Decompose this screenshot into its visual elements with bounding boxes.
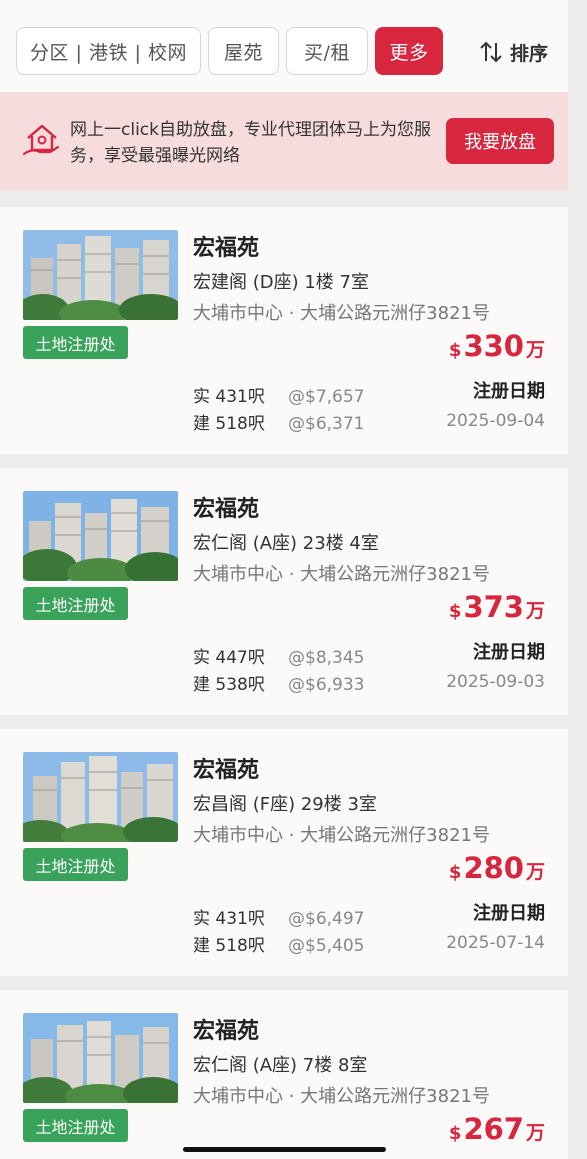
area-info: 实 431呎 @$7,657 建 518呎 @$6,371 <box>193 384 364 438</box>
estate-filter[interactable]: 屋苑 <box>208 27 279 75</box>
saleable-price-per-sqft: @$7,657 <box>288 387 365 407</box>
listing-card[interactable]: 土地注册处 宏福苑 宏仁阁 (A座) 7楼 8室 大埔市中心 · 大埔公路元洲仔… <box>0 990 568 1159</box>
saleable-area: 实 431呎 <box>193 909 265 929</box>
unit-info: 宏仁阁 (A座) 7楼 8室 <box>193 1055 368 1076</box>
price-currency: $ <box>448 862 462 883</box>
price-currency: $ <box>448 340 462 361</box>
land-registry-tag: 土地注册处 <box>23 848 128 881</box>
address: 大埔市中心 · 大埔公路元洲仔3821号 <box>193 303 490 324</box>
estate-name: 宏福苑 <box>193 236 260 261</box>
listing-card[interactable]: 土地注册处 宏福苑 宏昌阁 (F座) 29楼 3室 大埔市中心 · 大埔公路元洲… <box>0 729 568 976</box>
district-mtr-school-filter[interactable]: 分区 | 港铁 | 校网 <box>16 27 201 75</box>
sort-button[interactable]: 排序 <box>478 36 548 68</box>
estate-photo <box>23 230 178 320</box>
price-amount: 373 <box>463 590 524 624</box>
listing-card[interactable]: 土地注册处 宏福苑 宏仁阁 (A座) 23楼 4室 大埔市中心 · 大埔公路元洲… <box>0 468 568 715</box>
price-amount: 267 <box>463 1112 524 1146</box>
gross-area: 建 518呎 <box>193 414 265 434</box>
price-currency: $ <box>448 601 462 622</box>
buy-rent-filter[interactable]: 买/租 <box>286 27 368 75</box>
land-registry-tag: 土地注册处 <box>23 1109 128 1142</box>
estate-photo <box>23 1013 178 1103</box>
house-hand-icon <box>22 124 60 156</box>
gross-price-per-sqft: @$6,371 <box>288 414 365 434</box>
sort-label: 排序 <box>510 42 549 65</box>
area-info: 实 447呎 @$8,345 建 538呎 @$6,933 <box>193 645 364 699</box>
price: $ 280 万 <box>449 851 545 885</box>
estate-name: 宏福苑 <box>193 758 260 783</box>
area-info: 实 431呎 @$6,497 建 518呎 @$5,405 <box>193 906 364 960</box>
gross-area: 建 518呎 <box>193 936 265 956</box>
price-amount: 280 <box>463 851 524 885</box>
saleable-price-per-sqft: @$8,345 <box>288 648 365 668</box>
more-filter-button[interactable]: 更多 <box>375 27 443 75</box>
listing-card[interactable]: 土地注册处 宏福苑 宏建阁 (D座) 1楼 7室 大埔市中心 · 大埔公路元洲仔… <box>0 207 568 454</box>
gross-area: 建 538呎 <box>193 675 265 695</box>
price-amount: 330 <box>463 329 524 363</box>
estate-name: 宏福苑 <box>193 497 260 522</box>
price-currency: $ <box>448 1123 462 1144</box>
price: $ 330 万 <box>449 329 545 363</box>
registration-date-label: 注册日期 <box>473 903 545 924</box>
list-property-button[interactable]: 我要放盘 <box>446 118 554 164</box>
listing-promo-banner: 网上一click自助放盘，专业代理团体马上为您服务，享受最强曝光网络 我要放盘 <box>0 92 568 190</box>
registration-date: 2025-09-04 <box>446 411 545 431</box>
registration-date-label: 注册日期 <box>473 642 545 663</box>
filter-bar: 分区 | 港铁 | 校网 屋苑 买/租 更多 排序 <box>0 0 568 92</box>
price: $ 373 万 <box>449 590 545 624</box>
estate-photo <box>23 752 178 842</box>
unit-info: 宏昌阁 (F座) 29楼 3室 <box>193 794 377 815</box>
price-unit: 万 <box>525 339 545 361</box>
address: 大埔市中心 · 大埔公路元洲仔3821号 <box>193 825 490 846</box>
estate-photo <box>23 491 178 581</box>
sort-icon <box>480 41 502 63</box>
home-indicator[interactable] <box>183 1147 386 1152</box>
address: 大埔市中心 · 大埔公路元洲仔3821号 <box>193 564 490 585</box>
land-registry-tag: 土地注册处 <box>23 587 128 620</box>
promo-text: 网上一click自助放盘，专业代理团体马上为您服务，享受最强曝光网络 <box>70 120 431 166</box>
price-unit: 万 <box>525 861 545 883</box>
gross-price-per-sqft: @$6,933 <box>288 675 365 695</box>
address: 大埔市中心 · 大埔公路元洲仔3821号 <box>193 1086 490 1107</box>
registration-date: 2025-07-14 <box>446 933 545 953</box>
registration-date: 2025-09-03 <box>446 672 545 692</box>
land-registry-tag: 土地注册处 <box>23 326 128 359</box>
saleable-price-per-sqft: @$6,497 <box>288 909 365 929</box>
unit-info: 宏仁阁 (A座) 23楼 4室 <box>193 533 379 554</box>
price-unit: 万 <box>525 600 545 622</box>
saleable-area: 实 447呎 <box>193 648 265 668</box>
price: $ 267 万 <box>449 1112 545 1146</box>
registration-date-label: 注册日期 <box>473 381 545 402</box>
estate-name: 宏福苑 <box>193 1019 260 1044</box>
unit-info: 宏建阁 (D座) 1楼 7室 <box>193 272 369 293</box>
saleable-area: 实 431呎 <box>193 387 265 407</box>
price-unit: 万 <box>525 1122 545 1144</box>
gross-price-per-sqft: @$5,405 <box>288 936 365 956</box>
